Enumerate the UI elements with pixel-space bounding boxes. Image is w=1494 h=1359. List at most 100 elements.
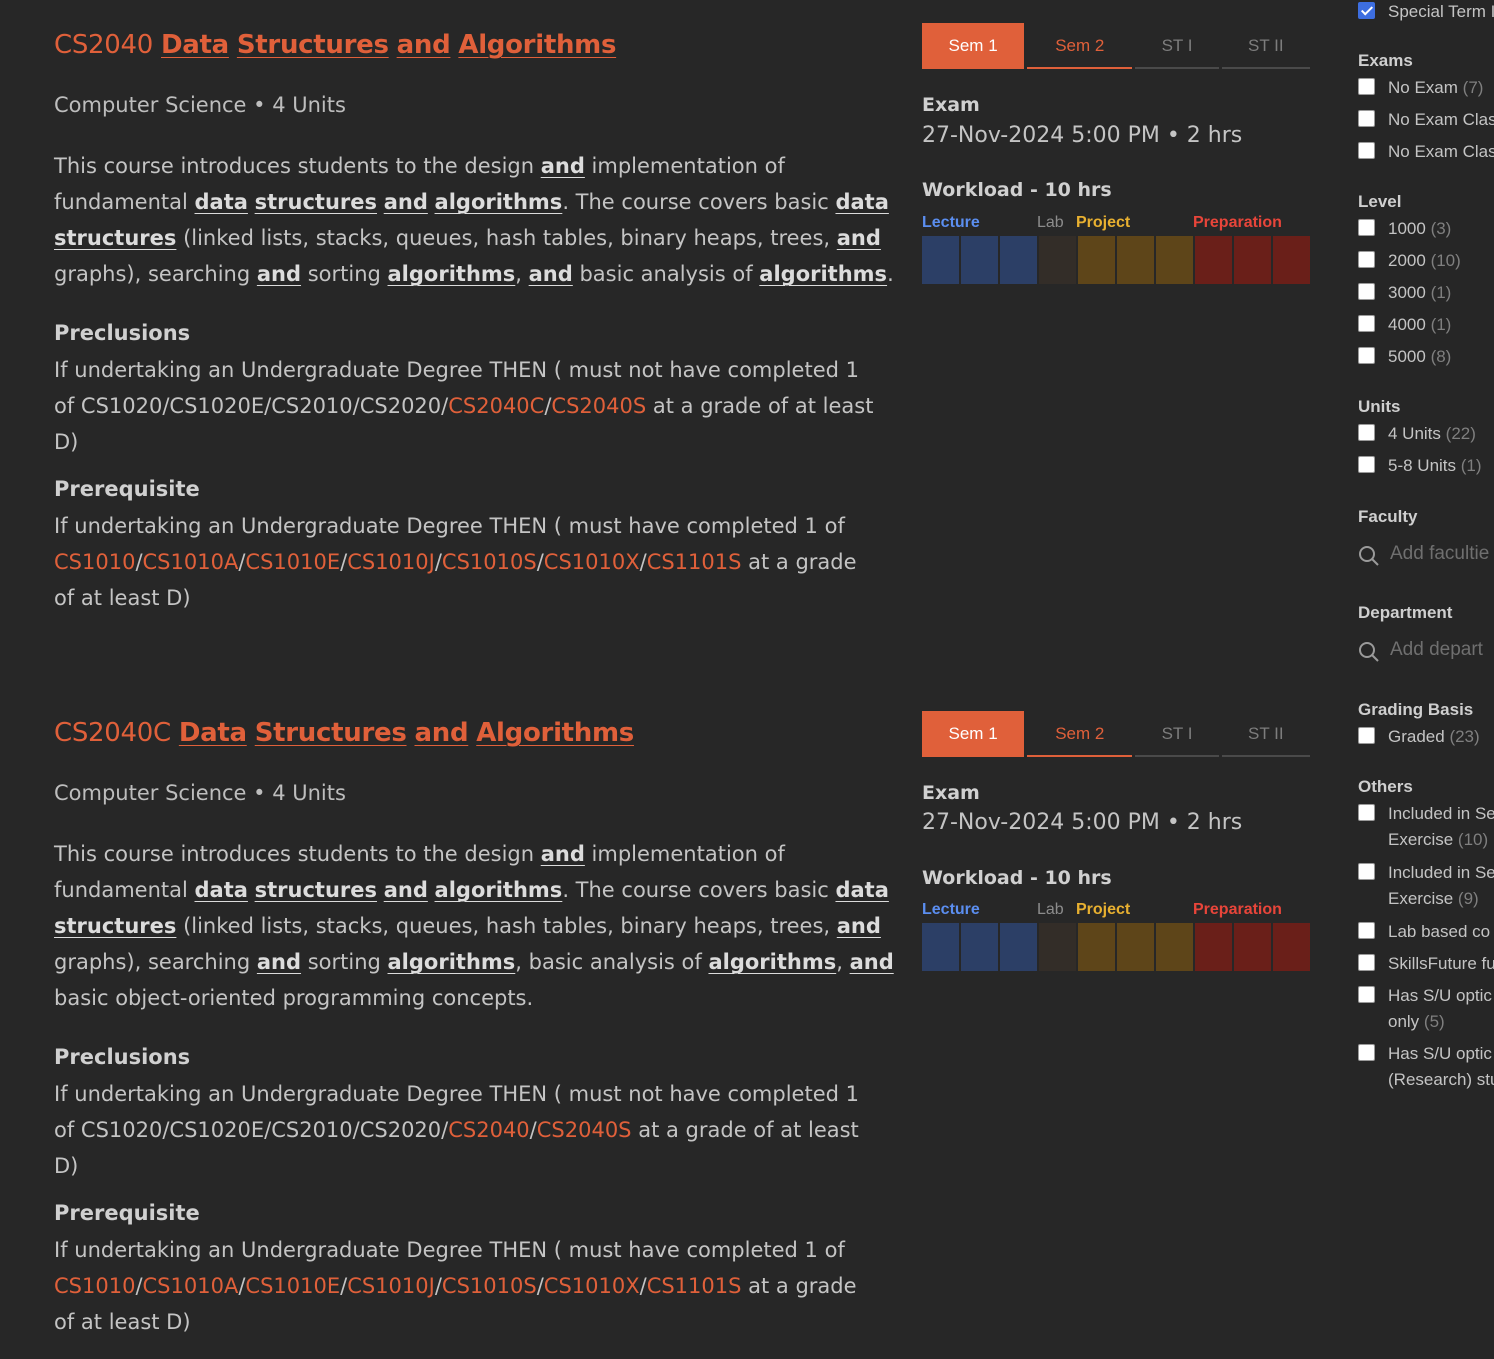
option-count: (1)	[1430, 315, 1452, 334]
checkbox[interactable]	[1358, 251, 1375, 268]
module-code[interactable]: CS2040C	[54, 718, 171, 748]
legend-project: Project	[1076, 901, 1131, 918]
keyword-highlight: and	[836, 226, 881, 250]
module-link[interactable]: CS1101S	[647, 550, 742, 574]
title-word[interactable]: Algorithms	[458, 30, 616, 60]
module-link[interactable]: CS1010S	[442, 1274, 537, 1298]
module-subtitle: Computer Science • 4 Units	[54, 93, 346, 117]
workload-block-project	[1078, 236, 1115, 284]
module-title[interactable]: CS2040 Data Structures and Algorithms	[54, 30, 616, 60]
text-segment: fundamental	[54, 878, 195, 902]
module-link[interactable]: CS1010A	[143, 550, 239, 574]
title-word[interactable]: Algorithms	[476, 718, 634, 748]
checkbox[interactable]	[1358, 283, 1375, 300]
module-link[interactable]: CS1010J	[347, 550, 435, 574]
text-segment: /	[529, 1118, 537, 1142]
text-segment: at a grade of at least	[631, 1118, 859, 1142]
checkbox[interactable]	[1358, 954, 1375, 971]
title-word[interactable]: Data	[161, 30, 229, 60]
checkbox[interactable]	[1358, 1044, 1375, 1061]
module-link[interactable]: CS1010E	[245, 1274, 340, 1298]
checkbox[interactable]	[1358, 110, 1375, 127]
legend-lab: Lab	[1037, 901, 1064, 918]
module-link[interactable]: CS1010A	[143, 1274, 239, 1298]
tab-sem-2[interactable]: Sem 2	[1027, 23, 1133, 69]
tab-sem-1[interactable]: Sem 1	[922, 23, 1025, 69]
module-link[interactable]: CS1010X	[544, 550, 640, 574]
title-word[interactable]: Structures	[255, 718, 407, 748]
title-word[interactable]: Data	[179, 718, 247, 748]
module-link[interactable]: CS1010J	[347, 1274, 435, 1298]
tab-st-2[interactable]: ST II	[1221, 23, 1310, 69]
module-description: This course introduces students to the d…	[54, 148, 894, 292]
module-link[interactable]: CS1010S	[442, 550, 537, 574]
exam-value: 27-Nov-2024 5:00 PM • 2 hrs	[922, 810, 1243, 835]
text-segment: implementation of	[584, 842, 785, 866]
text-line: of at least D)	[54, 1304, 884, 1340]
checkbox[interactable]	[1358, 142, 1375, 159]
preclusions-title: Preclusions	[54, 1045, 191, 1069]
faculty-placeholder[interactable]: Add facultie	[1390, 543, 1489, 565]
checkbox[interactable]	[1358, 922, 1375, 939]
module-card: CS2040C Data Structures and Algorithms C…	[0, 688, 1340, 1359]
module-link[interactable]: CS1010	[54, 550, 135, 574]
text-segment: sorting	[301, 950, 388, 974]
keyword-highlight: structures	[54, 914, 177, 938]
text-segment: graphs), searching	[54, 262, 257, 286]
preclusions-title: Preclusions	[54, 321, 191, 345]
module-code[interactable]: CS2040	[54, 30, 153, 60]
units-heading: Units	[1358, 397, 1401, 416]
text-line: If undertaking an Undergraduate Degree T…	[54, 1076, 884, 1112]
tab-sem-2[interactable]: Sem 2	[1027, 711, 1133, 757]
checkbox[interactable]	[1358, 727, 1375, 744]
title-word[interactable]: and	[414, 718, 468, 748]
module-link[interactable]: CS2040S	[537, 1118, 632, 1142]
checkbox[interactable]	[1358, 219, 1375, 236]
option-text: 4000	[1388, 315, 1426, 334]
checkbox[interactable]	[1358, 315, 1375, 332]
module-link[interactable]: CS1010E	[245, 550, 340, 574]
option-label: SkillsFuture fu	[1388, 953, 1494, 975]
option-text: Included in Se	[1388, 804, 1494, 823]
text-line: structures (linked lists, stacks, queues…	[54, 908, 884, 944]
search-icon	[1359, 546, 1379, 566]
module-link[interactable]: CS2040	[448, 1118, 529, 1142]
text-line: This course introduces students to the d…	[54, 148, 884, 184]
keyword-highlight: algorithms	[434, 190, 563, 214]
checkbox[interactable]	[1358, 986, 1375, 1003]
tab-st-1[interactable]: ST I	[1135, 23, 1219, 69]
tab-sem-1[interactable]: Sem 1	[922, 711, 1025, 757]
text-line: structures (linked lists, stacks, queues…	[54, 220, 884, 256]
keyword-highlight: data	[194, 190, 248, 214]
option-text: only	[1388, 1012, 1420, 1031]
option-count: (22)	[1445, 424, 1476, 443]
module-link[interactable]: CS2040C	[448, 394, 544, 418]
legend-preparation: Preparation	[1193, 901, 1282, 918]
checkbox-checked[interactable]	[1358, 2, 1375, 19]
module-link[interactable]: CS1010X	[544, 1274, 640, 1298]
checkbox[interactable]	[1358, 804, 1375, 821]
text-line: D)	[54, 1148, 884, 1184]
option-count: (1)	[1430, 283, 1452, 302]
checkbox[interactable]	[1358, 424, 1375, 441]
module-link[interactable]: CS2040S	[551, 394, 646, 418]
option-label: Graded (23)	[1388, 726, 1480, 748]
text-segment: at a grade of at least	[646, 394, 874, 418]
department-placeholder[interactable]: Add depart	[1390, 639, 1483, 661]
module-link[interactable]: CS1101S	[647, 1274, 742, 1298]
tab-st-2[interactable]: ST II	[1221, 711, 1310, 757]
text-segment: /	[135, 550, 143, 574]
checkbox[interactable]	[1358, 863, 1375, 880]
module-title[interactable]: CS2040C Data Structures and Algorithms	[54, 718, 634, 748]
checkbox[interactable]	[1358, 78, 1375, 95]
keyword-highlight: and	[836, 914, 881, 938]
checkbox[interactable]	[1358, 456, 1375, 473]
option-count: (10)	[1457, 830, 1489, 849]
keyword-highlight: and	[383, 190, 428, 214]
title-word[interactable]: Structures	[237, 30, 389, 60]
tab-st-1[interactable]: ST I	[1135, 711, 1219, 757]
title-word[interactable]: and	[397, 30, 451, 60]
module-link[interactable]: CS1010	[54, 1274, 135, 1298]
checkbox[interactable]	[1358, 347, 1375, 364]
text-segment	[248, 190, 255, 214]
